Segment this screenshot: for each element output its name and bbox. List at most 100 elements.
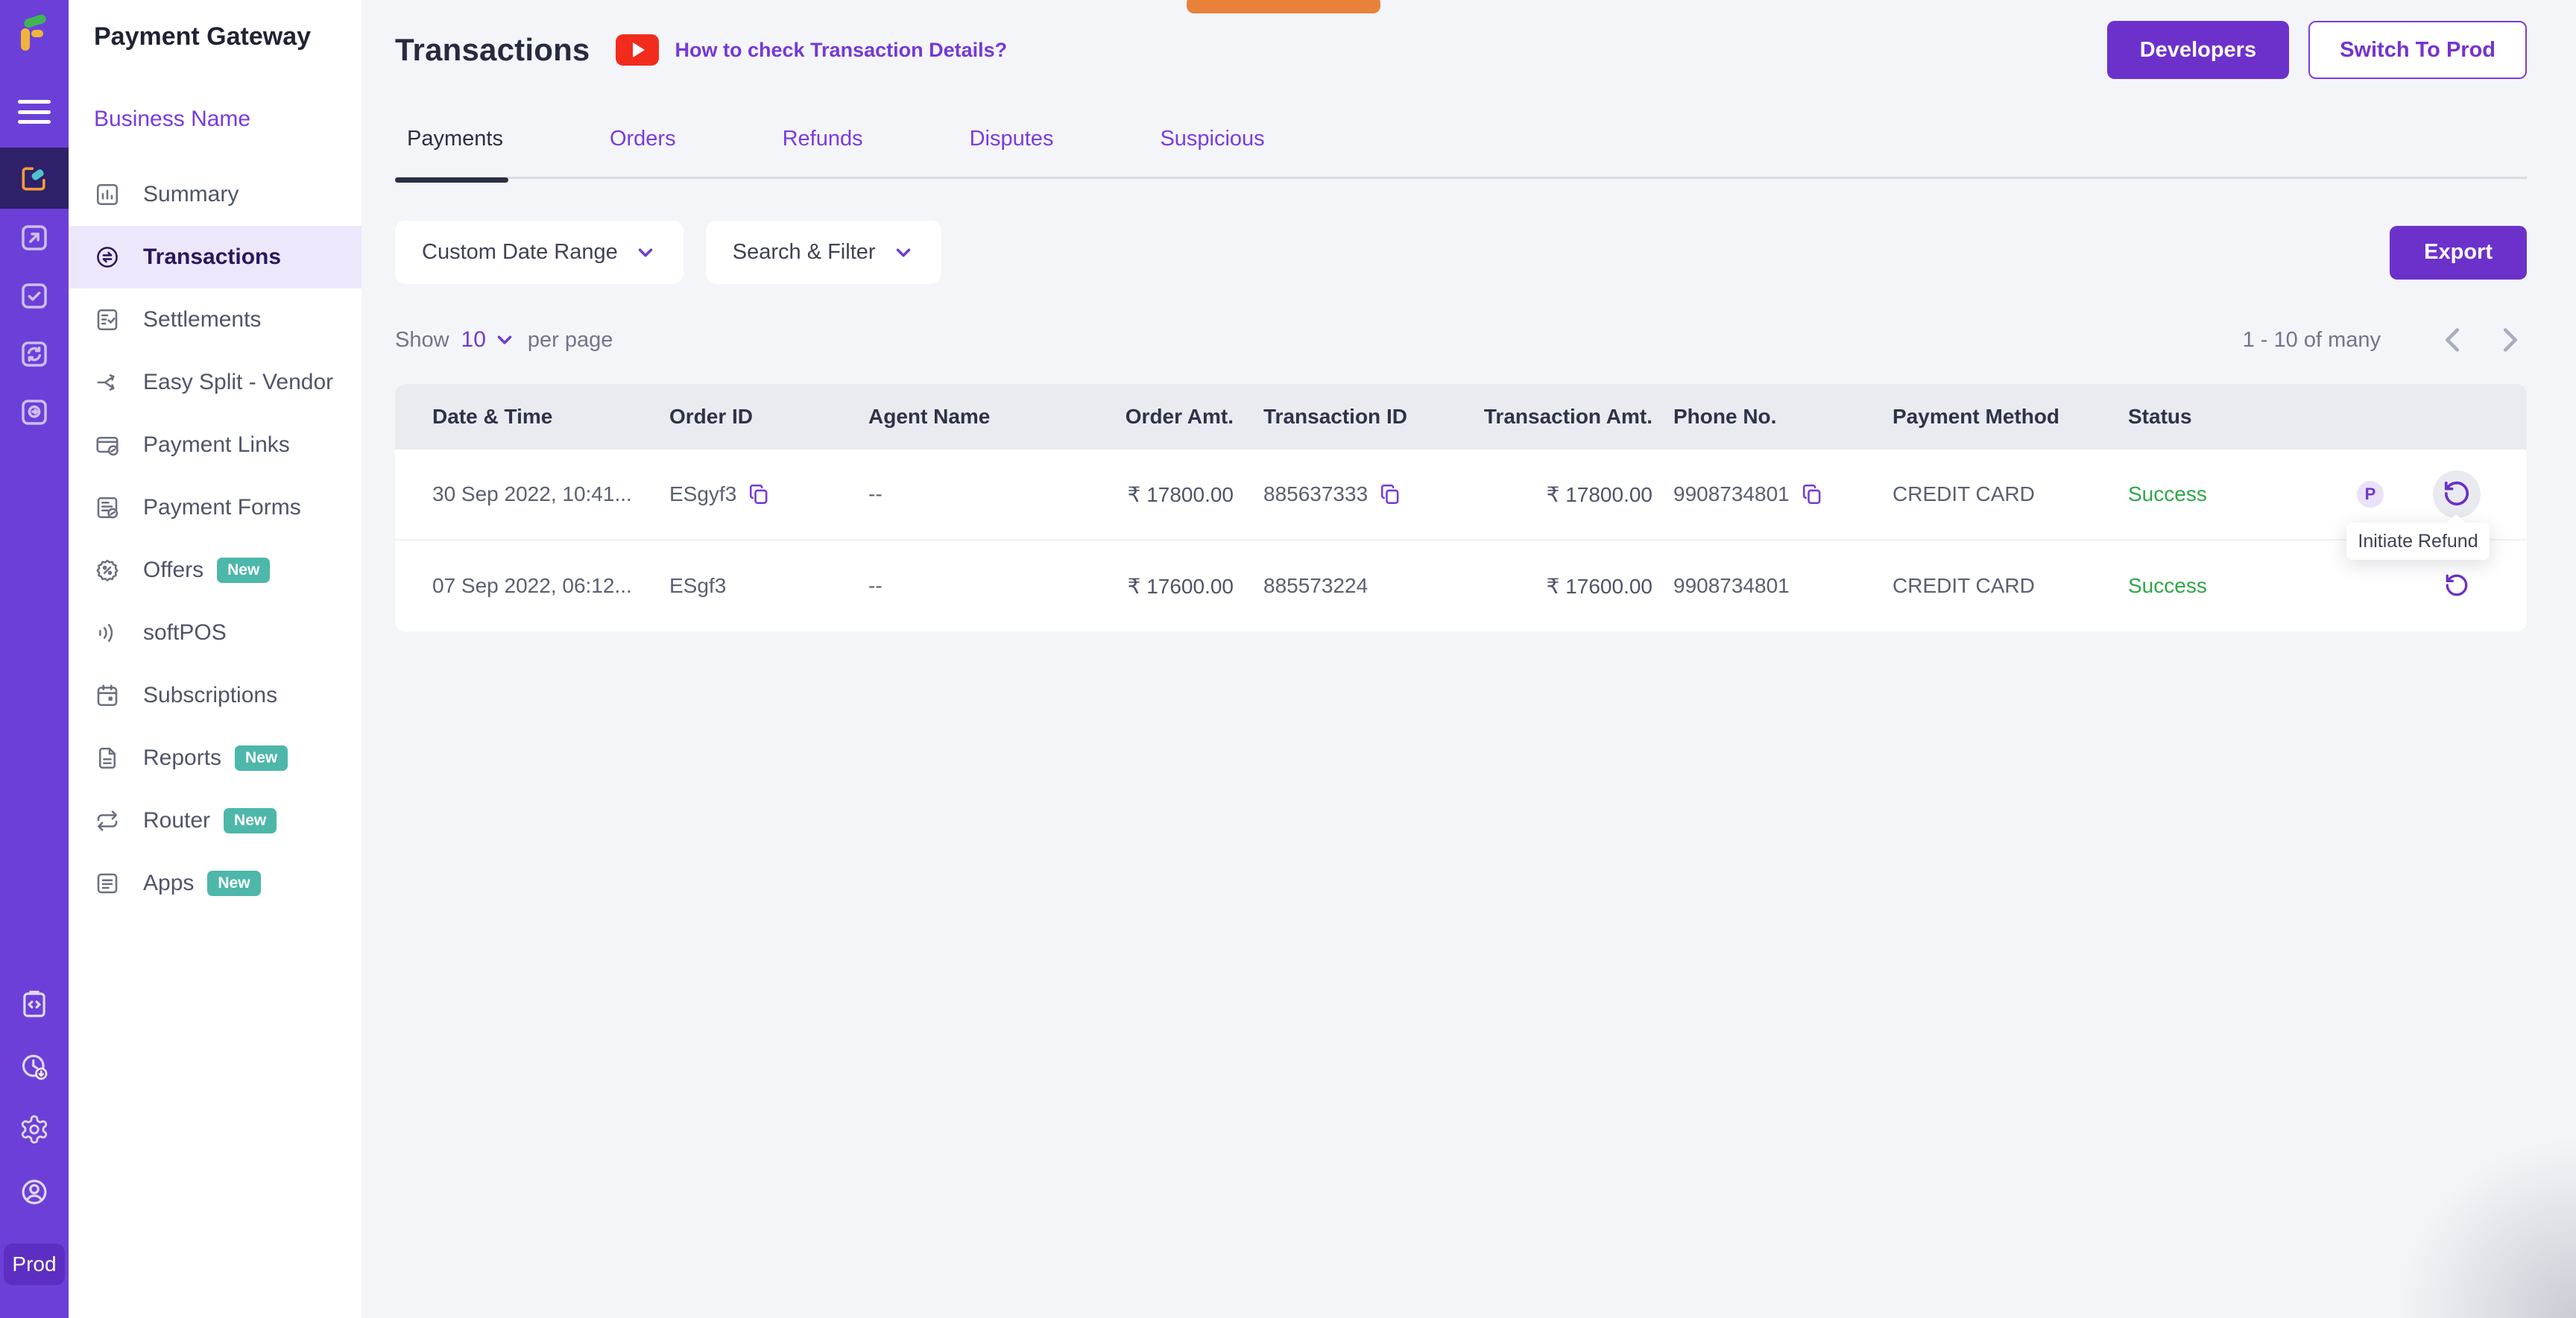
developers-button[interactable]: Developers [2107,21,2289,79]
date-time: 07 Sep 2022, 06:12... [395,574,634,598]
sidebar-item-transactions[interactable]: Transactions [69,226,362,288]
transaction-amount: ₹ 17600.00 [1480,574,1666,599]
refund-icon [2444,573,2469,600]
sidebar-item-label: Summary [143,182,239,207]
rail-item-payment-gateway[interactable] [0,148,69,209]
sidebar-item-label: Easy Split - Vendor [143,370,333,395]
sidebar-item-router[interactable]: RouterNew [69,789,362,852]
copy-icon[interactable] [1378,482,1402,506]
easy-split-icon [94,369,121,396]
rail-item-payouts[interactable] [0,209,69,267]
column-header: Date & Time [395,405,634,429]
settlements-icon [94,306,121,333]
next-page-button[interactable] [2493,323,2527,357]
sidebar-item-easy-split-vendor[interactable]: Easy Split - Vendor [69,351,362,414]
copy-icon[interactable] [747,482,771,506]
sidebar-item-softpos[interactable]: softPOS [69,602,362,664]
sidebar-item-label: Offers [143,558,203,583]
offers-icon [94,557,121,584]
help-video-link[interactable]: How to check Transaction Details? [675,39,1008,62]
initiate-refund-button[interactable] [2433,562,2481,610]
row-actions [2299,562,2527,610]
sidebar-item-settlements[interactable]: Settlements [69,288,362,351]
rail-item-verification[interactable] [0,267,69,325]
account-icon[interactable] [19,1176,50,1208]
copy-icon[interactable] [1800,482,1824,506]
router-icon [94,807,121,834]
reports-icon [94,745,121,772]
rail-item-recurring[interactable] [0,325,69,383]
developer-docs-icon[interactable] [19,988,50,1020]
payment-dashboard: Prod Payment Gateway Business Name Summa… [0,0,2576,1318]
new-badge: New [207,871,260,896]
sidebar-item-summary[interactable]: Summary [69,163,362,226]
initiate-refund-button[interactable]: Initiate Refund [2433,470,2481,518]
table-body: 30 Sep 2022, 10:41...ESgyf3--₹ 17800.008… [395,450,2527,631]
list-controls: Show 10 per page 1 - 10 of many [395,323,2527,357]
order-id: ESgyf3 [669,482,736,506]
initiate-refund-tooltip: Initiate Refund [2346,523,2490,560]
export-button[interactable]: Export [2390,226,2527,280]
tab-orders[interactable]: Orders [610,127,676,151]
sidebar-item-label: Payment Links [143,432,290,458]
tab-refunds[interactable]: Refunds [783,127,863,151]
switch-to-prod-button[interactable]: Switch To Prod [2308,21,2527,79]
sidebar-item-label: Reports [143,745,221,771]
sidebar-item-apps[interactable]: Apps New [69,852,362,915]
pending-indicator-badge[interactable]: P [2357,481,2384,508]
subscriptions-icon [94,682,121,709]
tab-disputes[interactable]: Disputes [970,127,1054,151]
tab-payments[interactable]: Payments [407,127,503,151]
menu-toggle-icon[interactable] [18,100,51,124]
column-header: Agent Name [831,405,1092,429]
payouts-icon [18,221,51,254]
softpos-icon [94,619,121,646]
row-actions: P Initiate Refund [2299,470,2527,518]
transactions-table: Date & TimeOrder IDAgent NameOrder Amt.T… [395,384,2527,631]
summary-icon [94,181,121,208]
chevron-down-icon [634,242,657,264]
previous-page-button[interactable] [2436,323,2470,357]
sidebar-item-payment-links[interactable]: Payment Links [69,414,362,476]
payment-gateway-icon [18,162,51,195]
table-row[interactable]: 07 Sep 2022, 06:12...ESgf3--₹ 17600.0088… [395,540,2527,631]
agent-name: -- [831,482,1092,506]
transaction-amount: ₹ 17800.00 [1480,482,1666,507]
order-amount: ₹ 17600.00 [1092,574,1263,599]
recurring-icon [18,338,51,371]
main-content: Transactions How to check Transaction De… [362,0,2576,1318]
sidebar-item-reports[interactable]: ReportsNew [69,727,362,789]
sidebar-item-subscriptions[interactable]: Subscriptions [69,664,362,727]
payment-method: CREDIT CARD [1890,574,2121,598]
youtube-play-icon[interactable] [616,34,659,66]
tab-suspicious[interactable]: Suspicious [1160,127,1264,151]
session-history-icon[interactable] [19,1051,50,1082]
table-row[interactable]: 30 Sep 2022, 10:41...ESgyf3--₹ 17800.008… [395,450,2527,540]
transaction-id-cell: 885573224 [1263,574,1480,598]
column-header: Phone No. [1666,405,1890,429]
sidebar-item-payment-forms[interactable]: Payment Forms [69,476,362,539]
sidebar-item-label: Subscriptions [143,683,277,708]
business-name-link[interactable]: Business Name [69,107,362,132]
chevron-down-icon [892,242,915,264]
order-amount: ₹ 17800.00 [1092,482,1263,507]
column-header: Payment Method [1890,405,2121,429]
sidebar-item-offers[interactable]: OffersNew [69,539,362,602]
order-id: ESgf3 [669,574,726,598]
search-filter-dropdown[interactable]: Search & Filter [706,221,941,284]
transaction-tabs: Payments Orders Refunds Disputes Suspicious [395,127,2527,179]
notification-toast [1187,0,1380,13]
settings-icon[interactable] [19,1114,50,1145]
column-header: Order ID [634,405,831,429]
date-range-dropdown[interactable]: Custom Date Range [395,221,684,284]
apps-icon [94,870,121,897]
sidebar-item-label: softPOS [143,620,227,646]
refund-icon [2443,479,2471,510]
sidebar-item-label: Apps [143,871,194,896]
payment-forms-icon [94,494,121,521]
filter-toolbar: Custom Date Range Search & Filter Export [395,221,2527,284]
sidebar-items: Summary TransactionsSettlements Easy Split… [69,163,362,915]
page-size-dropdown[interactable]: 10 [461,327,516,353]
phone-number-cell: 9908734801 [1666,574,1890,598]
rail-item-lookup[interactable] [0,383,69,441]
